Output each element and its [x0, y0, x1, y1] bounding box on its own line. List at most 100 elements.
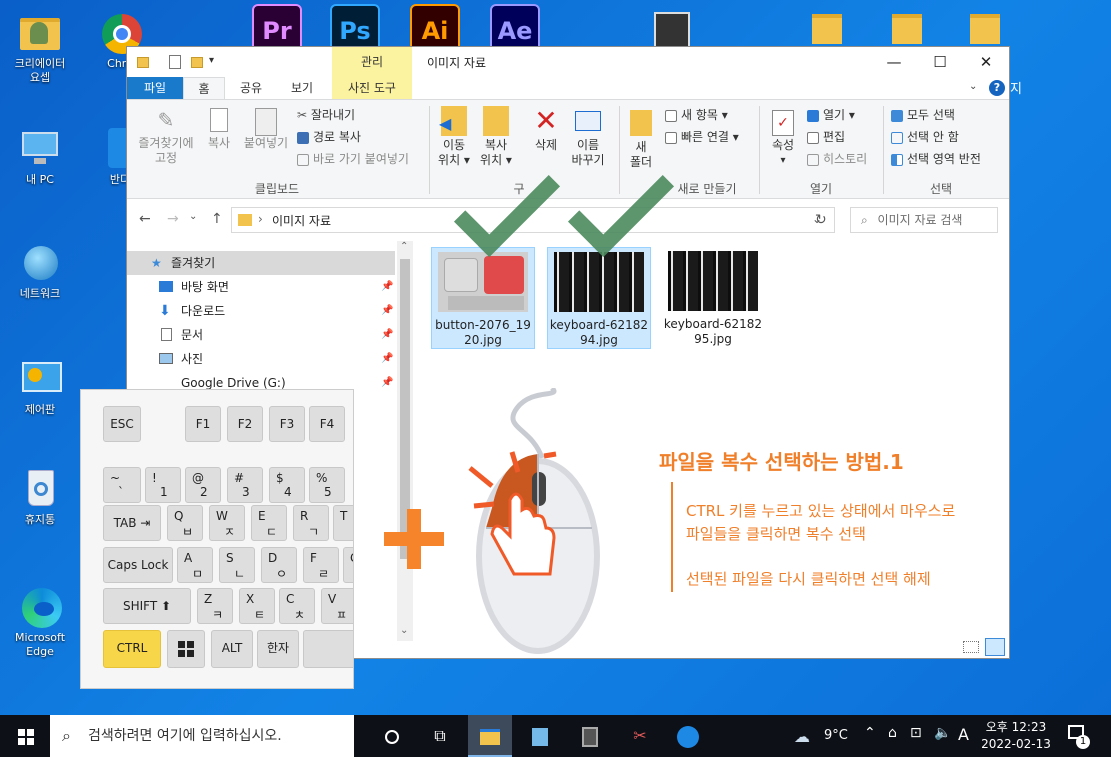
start-button[interactable] [4, 715, 48, 757]
key-tilde: ~ ` [103, 467, 141, 503]
minimize-button[interactable]: — [871, 47, 917, 77]
key-tab: TAB ⇥ [103, 505, 161, 541]
weather-temperature[interactable]: 9°C [824, 728, 848, 743]
nav-desktop[interactable]: 바탕 화면 📌 [127, 275, 395, 299]
desktop-icon-edge[interactable]: Microsoft Edge [4, 584, 76, 659]
folder-icon[interactable] [892, 14, 922, 44]
pin-icon[interactable]: 📌 [381, 347, 393, 371]
rename-button[interactable]: 이름 바꾸기 [567, 106, 609, 168]
file-item[interactable]: button-2076_19 20.jpg [431, 247, 535, 349]
network-icon[interactable]: ⊡ [910, 725, 922, 741]
select-none-button[interactable]: 선택 안 함 [891, 130, 959, 145]
desktop-icon-recycle-bin[interactable]: 휴지통 [4, 466, 76, 527]
delete-icon: ✕ [534, 104, 558, 137]
edit-button[interactable]: 편집 [807, 130, 845, 145]
scroll-up-icon[interactable]: ⌃ [400, 241, 408, 252]
meet-now-icon[interactable]: ⌂ [888, 725, 897, 741]
move-to-button[interactable]: ◀ 이동 위치 ▾ [433, 106, 475, 168]
search-input[interactable]: ⌕ 이미지 자료 검색 [850, 207, 998, 233]
up-arrow-icon[interactable]: ↑ [211, 211, 223, 227]
close-button[interactable]: ✕ [963, 47, 1009, 77]
system-clock[interactable]: 오후 12:23 2022-02-13 [980, 719, 1052, 753]
folder-icon[interactable] [137, 57, 149, 68]
properties-button[interactable]: ✓ 속성 ▾ [763, 106, 803, 168]
new-item-button[interactable]: 새 항목 ▾ [665, 108, 728, 123]
cut-button[interactable]: ✂ 잘라내기 [297, 108, 355, 123]
refresh-icon[interactable]: ↻ [815, 212, 827, 228]
recent-locations-icon[interactable]: ⌄ [189, 211, 197, 222]
forward-arrow-icon[interactable]: → [167, 211, 179, 227]
history-button[interactable]: 히스토리 [807, 152, 867, 167]
pin-quick-access-button[interactable]: ✎ 즐겨찾기에 고정 [131, 108, 201, 166]
easy-access-button[interactable]: 빠른 연결 ▾ [665, 130, 739, 145]
copy-path-button[interactable]: 경로 복사 [297, 130, 361, 145]
details-view-icon[interactable] [963, 641, 979, 653]
scroll-down-icon[interactable]: ⌄ [400, 625, 408, 636]
weather-cloud-icon[interactable]: ☁ [794, 727, 810, 746]
pin-icon[interactable]: 📌 [381, 323, 393, 347]
collapse-ribbon-icon[interactable]: ⌄ [969, 81, 977, 92]
delete-button[interactable]: ✕ 삭제 [525, 106, 567, 153]
key-caps-lock: Caps Lock [103, 547, 173, 583]
properties-icon[interactable] [169, 55, 181, 69]
breadcrumb-current[interactable]: 이미지 자료 [272, 212, 331, 229]
tab-file[interactable]: 파일 [127, 77, 183, 99]
pin-icon[interactable]: 📌 [381, 275, 393, 299]
pin-icon[interactable]: 📌 [381, 371, 393, 395]
tab-view[interactable]: 보기 [277, 77, 327, 99]
taskbar-bandizip[interactable] [666, 715, 710, 757]
key-a: Aㅁ [177, 547, 213, 583]
invert-selection-button[interactable]: 선택 영역 반전 [891, 152, 981, 167]
nav-quick-access[interactable]: ★ 즐겨찾기 [127, 251, 395, 275]
nav-downloads[interactable]: ⬇ 다운로드 📌 [127, 299, 395, 323]
manage-context-tab[interactable]: 관리 [332, 47, 412, 77]
maximize-button[interactable]: ☐ [917, 47, 963, 77]
file-item[interactable]: keyboard-62182 95.jpg [661, 247, 765, 349]
show-hidden-icons-icon[interactable]: ⌃ [864, 725, 876, 741]
desktop-icon-label: Microsoft Edge [14, 631, 66, 658]
folder-icon[interactable] [970, 14, 1000, 44]
desktop-icon-this-pc[interactable]: 내 PC [4, 126, 76, 187]
open-button[interactable]: 열기 ▾ [807, 108, 855, 123]
cortana-button[interactable] [370, 715, 414, 757]
paste-button[interactable]: 붙여넣기 [239, 108, 293, 151]
desktop-icon-creator-folder[interactable]: 크리에이터 요셉 [4, 10, 76, 85]
tab-picture-tools[interactable]: 사진 도구 [332, 77, 412, 99]
copy-button[interactable]: 복사 [199, 108, 239, 151]
copy-icon [210, 108, 228, 132]
desktop-icon-label: 내 PC [26, 173, 54, 186]
desktop-icon-control-panel[interactable]: 제어판 [4, 356, 76, 417]
taskbar-snipping-tool[interactable]: ✂ [618, 715, 662, 757]
plus-sign [407, 509, 421, 569]
desktop-icon-network[interactable]: 네트워크 [4, 240, 76, 301]
new-folder-icon[interactable] [191, 57, 203, 68]
nav-documents[interactable]: 문서 📌 [127, 323, 395, 347]
tab-home[interactable]: 홈 [183, 77, 225, 99]
taskbar-file-explorer[interactable] [468, 715, 512, 757]
input-method-indicator[interactable]: A [958, 725, 969, 744]
folder-icon[interactable] [812, 14, 842, 44]
taskbar-notepad[interactable] [518, 715, 562, 757]
paste-shortcut-button[interactable]: 바로 가기 붙여넣기 [297, 152, 409, 167]
nav-pictures[interactable]: 사진 📌 [127, 347, 395, 371]
nav-scrollbar[interactable]: ⌃ ⌄ [397, 241, 413, 641]
key-f2: F2 [227, 406, 263, 442]
help-icon[interactable]: ? [989, 80, 1005, 96]
back-arrow-icon[interactable]: ← [139, 211, 151, 227]
customize-toolbar-icon[interactable]: ▾ [209, 55, 214, 66]
file-thumbnail [438, 252, 528, 312]
notification-center-button[interactable]: 1 [1064, 723, 1090, 749]
copy-to-button[interactable]: 복사 위치 ▾ [475, 106, 517, 168]
key-space [303, 630, 353, 668]
desktop-icon-label: 네트워크 [19, 287, 61, 300]
pin-icon[interactable]: 📌 [381, 299, 393, 323]
select-all-button[interactable]: 모두 선택 [891, 108, 955, 123]
image-file-icon[interactable] [654, 12, 690, 48]
taskbar-search-input[interactable]: ⌕ 검색하려면 여기에 입력하십시오. [50, 715, 354, 757]
task-view-button[interactable]: ⧉ [418, 715, 462, 757]
taskbar-calculator[interactable] [568, 715, 612, 757]
large-icons-view-icon[interactable] [985, 638, 1005, 656]
file-item[interactable]: keyboard-62182 94.jpg [547, 247, 651, 349]
tab-share[interactable]: 공유 [229, 77, 273, 99]
volume-icon[interactable]: 🔈 [934, 725, 951, 741]
